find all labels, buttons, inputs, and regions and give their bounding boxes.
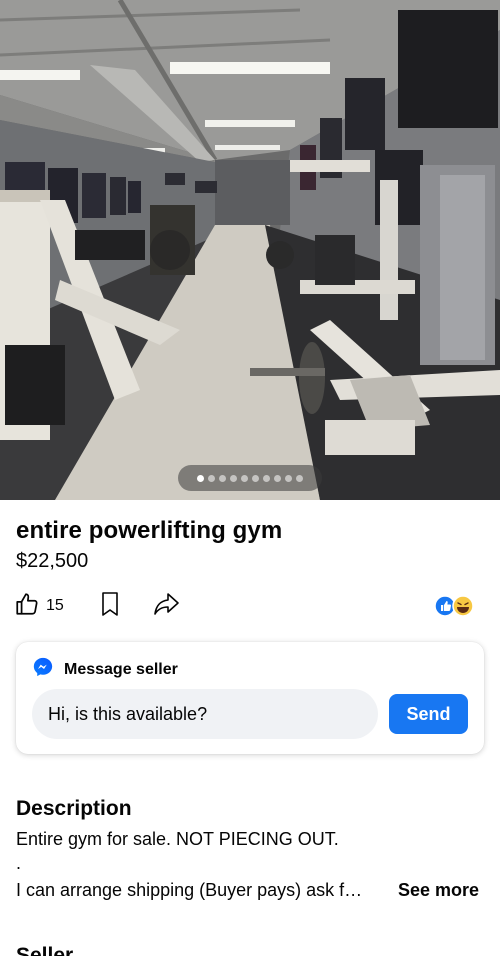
gym-photo-illustration (0, 0, 500, 500)
like-button[interactable]: 15 (14, 590, 64, 622)
pagination-dot[interactable] (296, 474, 303, 482)
description-line: . (16, 853, 22, 873)
like-count: 15 (46, 597, 64, 614)
message-seller-header: Message seller (32, 656, 178, 683)
like-reaction-icon (434, 595, 456, 617)
messenger-icon (32, 656, 54, 683)
photo-pagination[interactable] (178, 465, 322, 491)
thumbs-up-icon (14, 591, 40, 622)
pagination-dot[interactable] (274, 474, 281, 482)
pagination-dot[interactable] (285, 474, 292, 482)
laugh-reaction-icon (452, 595, 474, 617)
listing-photo[interactable] (0, 0, 500, 500)
message-input[interactable] (32, 689, 378, 739)
message-seller-card: Message seller Send (16, 642, 484, 754)
pagination-dot[interactable] (230, 474, 237, 482)
send-button[interactable]: Send (389, 694, 468, 734)
pagination-dot[interactable] (197, 474, 204, 482)
pagination-dot[interactable] (263, 474, 270, 482)
description-line: Entire gym for sale. NOT PIECING OUT. (16, 829, 339, 849)
message-seller-label: Message seller (64, 660, 178, 678)
bookmark-icon (98, 591, 122, 622)
listing-actions: 15 (14, 590, 486, 622)
save-button[interactable] (98, 590, 122, 622)
pagination-dot[interactable] (219, 474, 226, 482)
pagination-dot[interactable] (241, 474, 248, 482)
pagination-dot[interactable] (208, 474, 215, 482)
seller-heading: Seller (16, 944, 74, 956)
reaction-summary[interactable] (434, 594, 478, 618)
share-button[interactable] (152, 590, 180, 622)
pagination-dot[interactable] (252, 474, 259, 482)
description-heading: Description (16, 797, 132, 820)
share-icon (152, 591, 180, 622)
see-more-link[interactable]: See more (398, 880, 479, 901)
listing-price: $22,500 (16, 550, 89, 572)
description-line: I can arrange shipping (Buyer pays) ask … (16, 880, 363, 900)
listing-title: entire powerlifting gym (16, 517, 283, 544)
